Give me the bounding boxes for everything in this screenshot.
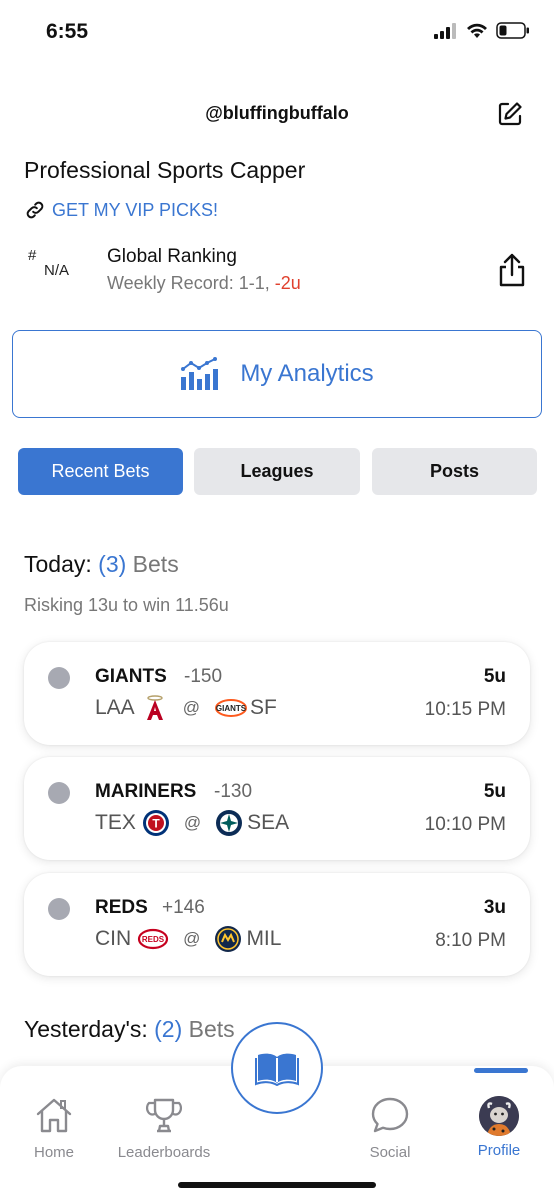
svg-text:T: T	[152, 817, 160, 831]
bet-matchup: LAA @ GIANTS SF	[95, 694, 277, 722]
signal-icon	[434, 22, 456, 39]
link-icon	[26, 201, 44, 219]
weekly-record-label: Weekly Record: 1-1,	[107, 273, 275, 293]
today-prefix: Today:	[24, 551, 99, 577]
trophy-icon	[145, 1098, 183, 1133]
home-team: SF	[249, 696, 277, 719]
bet-card[interactable]: MARINERS -130 5u TEX T @ SEA 10:10 PM	[24, 757, 530, 860]
bet-time: 8:10 PM	[435, 930, 506, 951]
nav-leaderboards-label: Leaderboards	[117, 1144, 211, 1161]
active-tab-indicator	[474, 1068, 528, 1073]
bet-team: REDS	[95, 897, 148, 918]
nav-social-label: Social	[369, 1144, 411, 1161]
edit-icon[interactable]	[497, 101, 523, 127]
bet-matchup: CIN REDS @ MIL	[95, 925, 281, 953]
rangers-logo-icon: T	[142, 810, 169, 836]
nav-profile-label: Profile	[477, 1142, 521, 1159]
nav-home-label: Home	[33, 1144, 74, 1161]
chat-bubble-icon	[371, 1097, 409, 1133]
status-bar: 6:55	[0, 0, 554, 64]
pending-status-dot	[48, 898, 70, 920]
rank-value: N/A	[44, 262, 70, 279]
battery-icon	[496, 22, 529, 39]
reds-logo-icon: REDS	[138, 928, 169, 950]
home-team: MIL	[246, 927, 282, 950]
giants-logo-icon: GIANTS	[214, 699, 247, 717]
home-team: SEA	[247, 811, 290, 834]
buffalo-avatar-icon	[479, 1096, 519, 1136]
analytics-chart-icon	[181, 357, 219, 390]
svg-text:REDS: REDS	[142, 935, 165, 944]
status-icons	[434, 22, 530, 39]
weekly-record: Weekly Record: 1-1, -2u	[107, 273, 301, 294]
tab-posts[interactable]: Posts	[372, 448, 537, 495]
bet-time: 10:10 PM	[424, 814, 506, 835]
bet-odds: +146	[162, 897, 205, 918]
vip-picks-link[interactable]: GET MY VIP PICKS!	[24, 199, 218, 221]
wifi-icon	[467, 23, 487, 38]
yesterday-prefix: Yesterday's:	[24, 1016, 155, 1042]
angels-logo-icon	[146, 695, 163, 720]
tab-leagues[interactable]: Leagues	[194, 448, 360, 495]
profile-handle: @bluffingbuffalo	[205, 103, 349, 123]
bet-team: GIANTS	[95, 666, 167, 687]
my-analytics-label: My Analytics	[240, 360, 374, 387]
at-separator: @	[183, 929, 201, 948]
nav-profile[interactable]: Profile	[468, 1096, 530, 1159]
mariners-logo-icon	[216, 810, 243, 836]
weekly-record-units: -2u	[274, 273, 301, 293]
yesterday-suffix: Bets	[182, 1016, 235, 1042]
risk-summary: Risking 13u to win 11.56u	[24, 595, 229, 615]
bet-time: 10:15 PM	[424, 699, 506, 720]
yesterday-heading: Yesterday's: (2) Bets	[24, 1016, 235, 1043]
bet-units: 3u	[483, 897, 506, 918]
today-count: (3)	[98, 551, 127, 577]
bet-card[interactable]: GIANTS -150 5u LAA @ GIANTS SF 10:15 PM	[24, 642, 530, 745]
bet-team: MARINERS	[95, 781, 197, 802]
bet-card[interactable]: REDS +146 3u CIN REDS @ MIL 8:10 PM	[24, 873, 530, 976]
nav-leaderboards[interactable]: Leaderboards	[108, 1096, 220, 1161]
bet-matchup: TEX T @ SEA	[95, 809, 289, 837]
bet-units: 5u	[483, 781, 506, 802]
away-team: LAA	[95, 696, 135, 719]
vip-link-label: GET MY VIP PICKS!	[52, 199, 219, 220]
pending-status-dot	[48, 667, 70, 689]
yesterday-count: (2)	[154, 1016, 183, 1042]
nav-social[interactable]: Social	[362, 1096, 418, 1161]
at-separator: @	[182, 698, 200, 717]
tab-recent-bets[interactable]: Recent Bets	[18, 448, 183, 495]
picks-book-button[interactable]	[231, 1022, 323, 1114]
away-team: CIN	[95, 927, 132, 950]
profile-bio: Professional Sports Capper	[24, 157, 306, 183]
today-suffix: Bets	[126, 551, 179, 577]
share-icon[interactable]	[497, 252, 527, 288]
bet-odds: -150	[184, 666, 223, 687]
global-ranking-title: Global Ranking	[107, 246, 237, 267]
away-team: TEX	[95, 811, 136, 834]
pending-status-dot	[48, 782, 70, 804]
my-analytics-button[interactable]: My Analytics	[12, 330, 542, 418]
nav-home[interactable]: Home	[28, 1096, 80, 1161]
status-time: 6:55	[46, 20, 89, 43]
home-icon	[36, 1098, 72, 1133]
brewers-logo-icon	[215, 926, 242, 952]
avatar	[479, 1096, 519, 1136]
at-separator: @	[183, 813, 202, 832]
home-indicator	[178, 1182, 376, 1188]
bet-odds: -130	[214, 781, 253, 802]
rank-hash: #	[28, 247, 37, 264]
svg-text:GIANTS: GIANTS	[216, 704, 247, 713]
open-book-icon	[255, 1053, 299, 1086]
today-heading: Today: (3) Bets	[24, 551, 179, 578]
bet-units: 5u	[483, 666, 506, 687]
